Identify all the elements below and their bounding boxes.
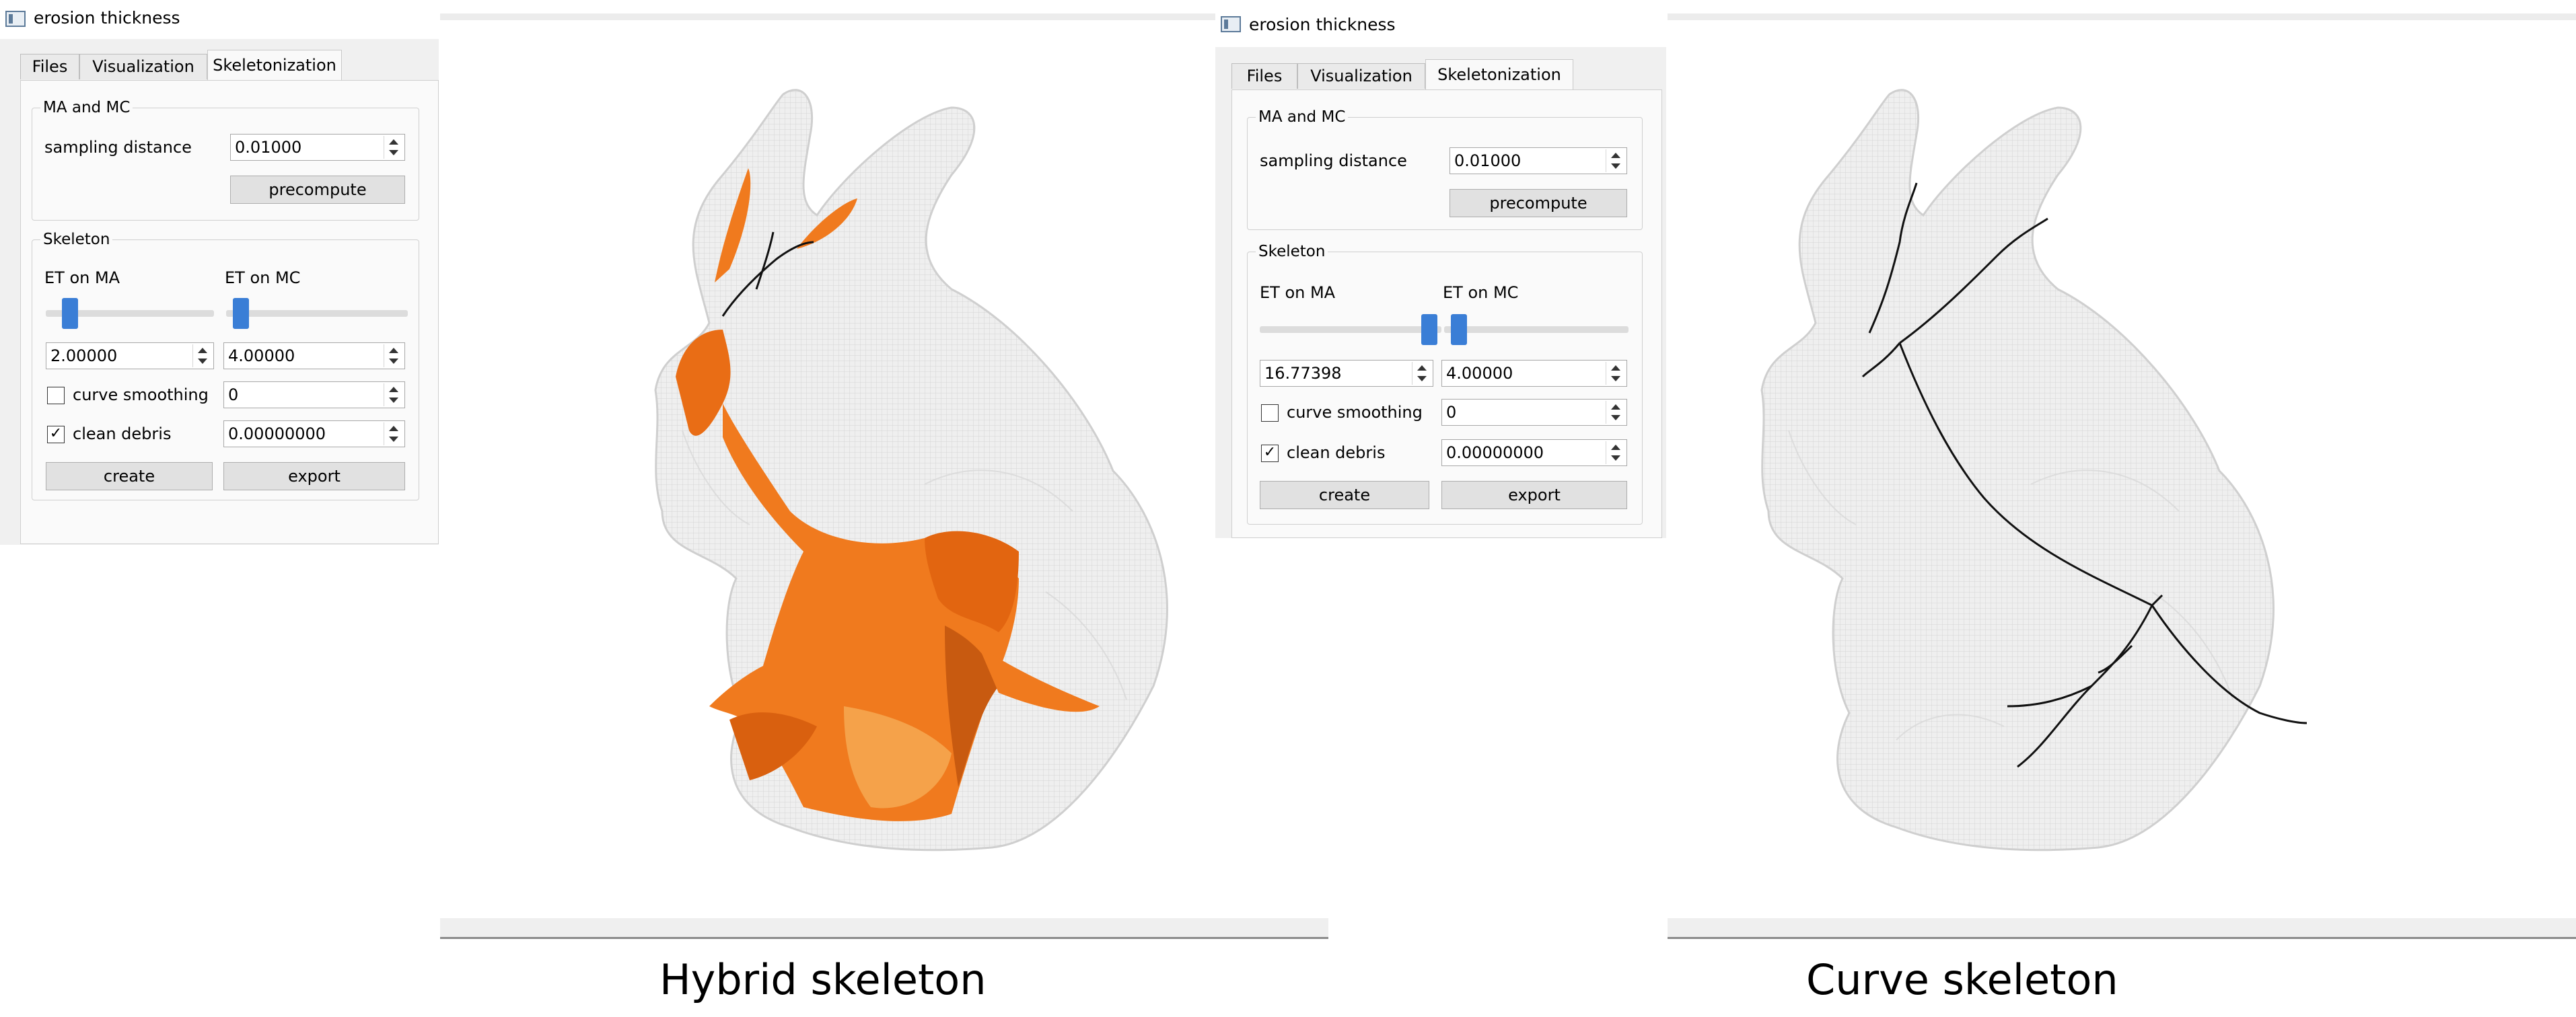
skeleton-group-title: Skeleton (40, 231, 113, 248)
et-ma-spinbox[interactable]: 16.77398 (1260, 360, 1433, 387)
ma-mc-group: MA and MC sampling distance 0.01000 prec… (32, 99, 419, 221)
curve-smoothing-spinbox[interactable]: 0 (1441, 399, 1627, 426)
clean-debris-checkbox[interactable]: ✓ (47, 426, 65, 443)
et-mc-slider-track[interactable] (1444, 326, 1629, 333)
et-mc-slider-handle[interactable] (233, 298, 249, 329)
curve-bunny-render (1760, 89, 2307, 852)
curve-viewport[interactable] (1668, 0, 2576, 939)
app-window-icon (5, 11, 26, 27)
et-ma-value: 16.77398 (1264, 364, 1342, 383)
viewport-bottom-border (1668, 918, 2576, 939)
skeleton-group-title: Skeleton (1256, 243, 1328, 260)
create-button[interactable]: create (46, 462, 213, 490)
spin-arrows-icon[interactable] (1606, 362, 1625, 385)
curve-smoothing-checkbox[interactable] (47, 387, 65, 404)
create-button[interactable]: create (1260, 481, 1429, 509)
clean-debris-label: clean debris (1287, 443, 1386, 462)
et-mc-slider-handle[interactable] (1451, 314, 1467, 345)
et-on-ma-label: ET on MA (1260, 283, 1336, 302)
spin-arrows-icon[interactable] (1606, 401, 1625, 424)
et-ma-value: 2.00000 (50, 346, 118, 365)
precompute-button[interactable]: precompute (1450, 189, 1627, 217)
clean-debris-value: 0.00000000 (1446, 443, 1544, 462)
clean-debris-checkbox[interactable]: ✓ (1261, 445, 1279, 462)
spin-arrows-icon[interactable] (192, 344, 212, 367)
sampling-distance-label: sampling distance (44, 138, 192, 157)
et-mc-value: 4.00000 (228, 346, 295, 365)
bunny-voxel-mesh (1760, 89, 2275, 852)
tab-files[interactable]: Files (1231, 63, 1297, 89)
et-mc-spinbox[interactable]: 4.00000 (223, 342, 405, 369)
right-window-title: erosion thickness (1249, 15, 1396, 34)
curve-smoothing-value: 0 (228, 385, 239, 404)
hybrid-viewport[interactable] (440, 0, 1328, 939)
et-mc-value: 4.00000 (1446, 364, 1513, 383)
curve-smoothing-spinbox[interactable]: 0 (223, 381, 405, 408)
curve-smoothing-label: curve smoothing (73, 385, 209, 404)
et-on-mc-label: ET on MC (1443, 283, 1519, 302)
curve-smoothing-checkbox[interactable] (1261, 404, 1279, 422)
clean-debris-value: 0.00000000 (228, 424, 326, 443)
clean-debris-spinbox[interactable]: 0.00000000 (223, 420, 405, 447)
hybrid-skeleton-caption: Hybrid skeleton (659, 955, 987, 1004)
curve-skeleton-caption: Curve skeleton (1806, 955, 2118, 1004)
et-mc-spinbox[interactable]: 4.00000 (1441, 360, 1627, 387)
spin-arrows-icon[interactable] (384, 422, 403, 445)
app-window-icon (1221, 16, 1241, 32)
et-ma-slider-handle[interactable] (1421, 314, 1437, 345)
et-mc-slider-track[interactable] (226, 310, 408, 317)
curve-smoothing-label: curve smoothing (1287, 403, 1423, 422)
tab-visualization[interactable]: Visualization (1297, 63, 1425, 89)
sampling-distance-spinbox[interactable]: 0.01000 (230, 134, 405, 161)
tab-visualization[interactable]: Visualization (79, 54, 207, 79)
spin-arrows-icon[interactable] (1412, 362, 1431, 385)
spin-arrows-icon[interactable] (384, 344, 403, 367)
skeleton-group: Skeleton ET on MA ET on MC 2.00000 4.000… (32, 231, 419, 500)
export-button[interactable]: export (223, 462, 405, 490)
viewport-bottom-border (440, 918, 1328, 939)
ma-mc-group: MA and MC sampling distance 0.01000 prec… (1247, 108, 1643, 230)
et-on-ma-label: ET on MA (44, 268, 120, 287)
sampling-distance-spinbox[interactable]: 0.01000 (1450, 147, 1627, 174)
curve-smoothing-value: 0 (1446, 403, 1457, 422)
spin-arrows-icon[interactable] (384, 383, 403, 406)
precompute-button[interactable]: precompute (230, 176, 405, 204)
clean-debris-spinbox[interactable]: 0.00000000 (1441, 439, 1627, 466)
clean-debris-label: clean debris (73, 424, 172, 443)
tab-files[interactable]: Files (20, 54, 79, 79)
et-ma-spinbox[interactable]: 2.00000 (46, 342, 214, 369)
hybrid-bunny-render (654, 89, 1168, 852)
et-ma-slider-handle[interactable] (62, 298, 78, 329)
skeleton-group: Skeleton ET on MA ET on MC 16.77398 4.00… (1247, 243, 1643, 525)
left-titlebar: erosion thickness (0, 0, 439, 39)
sampling-distance-value: 0.01000 (1454, 151, 1522, 170)
left-tabpage: MA and MC sampling distance 0.01000 prec… (20, 80, 439, 544)
tab-skeletonization[interactable]: Skeletonization (1425, 59, 1573, 90)
ma-mc-group-title: MA and MC (40, 99, 133, 116)
spin-arrows-icon[interactable] (1606, 441, 1625, 464)
et-on-mc-label: ET on MC (225, 268, 301, 287)
export-button[interactable]: export (1441, 481, 1627, 509)
right-tabpage: MA and MC sampling distance 0.01000 prec… (1231, 89, 1662, 538)
left-window-title: erosion thickness (34, 8, 180, 28)
right-titlebar: erosion thickness (1215, 0, 1666, 47)
left-dialog-panel: erosion thickness Files Visualization Sk… (0, 0, 439, 545)
ma-mc-group-title: MA and MC (1256, 108, 1349, 126)
et-ma-slider-track[interactable] (1260, 326, 1441, 333)
sampling-distance-label: sampling distance (1260, 151, 1407, 170)
spin-arrows-icon[interactable] (1606, 149, 1625, 172)
right-dialog-panel: erosion thickness Files Visualization Sk… (1215, 0, 1666, 538)
tab-skeletonization[interactable]: Skeletonization (207, 50, 342, 81)
spin-arrows-icon[interactable] (384, 136, 403, 159)
sampling-distance-value: 0.01000 (235, 138, 302, 157)
